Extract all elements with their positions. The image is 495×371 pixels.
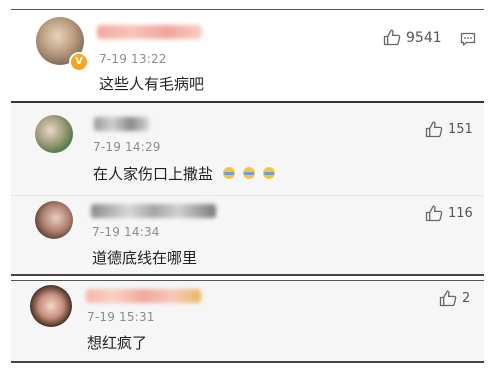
- reply-card: 7-19 15:31 想红疯了 2: [11, 280, 484, 363]
- comment-text-content: 在人家伤口上撒盐: [93, 165, 214, 183]
- like-count: 9541: [406, 29, 442, 46]
- comment-card: V 7-19 13:22 这些人有毛病吧 9541: [11, 9, 484, 93]
- like-count: 116: [448, 206, 473, 221]
- comment-text: 在人家伤口上撒盐: [93, 163, 282, 184]
- verified-badge-icon: V: [69, 52, 89, 72]
- thumb-up-icon: [425, 121, 443, 138]
- comment-timestamp: 7-19 14:29: [93, 140, 161, 154]
- like-button[interactable]: 116: [425, 205, 473, 222]
- username-blurred[interactable]: [91, 204, 216, 218]
- comment-text: 想红疯了: [87, 334, 148, 352]
- avatar[interactable]: [35, 201, 73, 239]
- thumb-up-icon: [425, 205, 443, 222]
- like-count: 2: [462, 291, 471, 306]
- thumb-up-icon: [383, 29, 401, 46]
- comment-timestamp: 7-19 14:34: [92, 225, 160, 239]
- thumb-up-icon: [439, 290, 457, 307]
- username-blurred[interactable]: [97, 25, 202, 39]
- facepalm-emoji-icon: [222, 166, 282, 184]
- like-button[interactable]: 2: [439, 290, 470, 307]
- comment-timestamp: 7-19 13:22: [99, 52, 167, 66]
- comment-text: 这些人有毛病吧: [99, 75, 205, 93]
- avatar[interactable]: [30, 285, 72, 327]
- comment-timestamp: 7-19 15:31: [87, 310, 155, 324]
- username-blurred[interactable]: [94, 117, 149, 131]
- comment-icon[interactable]: [460, 32, 476, 51]
- reply-card: 7-19 14:29 在人家伤口上撒盐 151: [11, 101, 484, 195]
- like-button[interactable]: 151: [425, 121, 473, 138]
- avatar[interactable]: [35, 115, 73, 153]
- username-blurred[interactable]: [86, 289, 201, 303]
- reply-card: 7-19 14:34 道德底线在哪里 116: [11, 195, 484, 276]
- comment-text: 道德底线在哪里: [92, 249, 198, 267]
- like-count: 151: [448, 122, 473, 137]
- like-button[interactable]: 9541: [383, 29, 442, 46]
